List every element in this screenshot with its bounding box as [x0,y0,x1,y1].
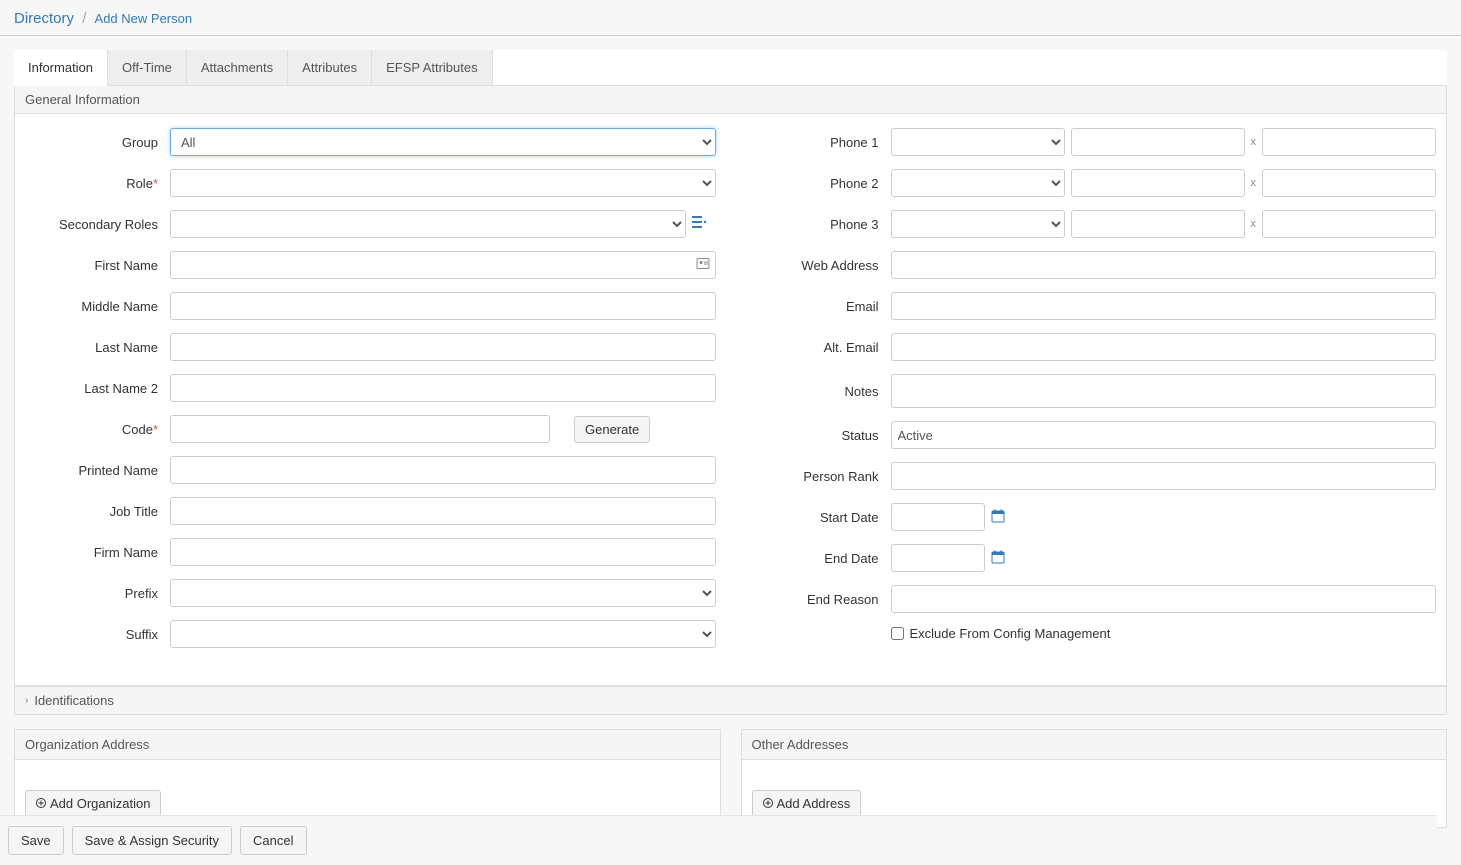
other-addresses-panel: Other Addresses Add Address [741,729,1448,828]
right-column: Phone 1 x Phone 2 x [746,128,1437,661]
firm-name-input[interactable] [170,538,716,566]
last-name2-input[interactable] [170,374,716,402]
identifications-section-toggle[interactable]: › Identifications [14,686,1447,715]
save-button[interactable]: Save [8,826,64,855]
tab-off-time[interactable]: Off-Time [108,50,187,85]
breadcrumb-separator: / [82,10,86,27]
prefix-select[interactable] [170,579,716,607]
tab-information[interactable]: Information [14,50,108,86]
end-date-input[interactable] [891,544,985,572]
phone3-x-separator: x [1251,218,1257,230]
phone1-label: Phone 1 [746,135,891,150]
job-title-label: Job Title [25,504,170,519]
tab-attributes[interactable]: Attributes [288,50,372,85]
general-information-header: General Information [14,86,1447,114]
cancel-button[interactable]: Cancel [240,826,306,855]
phone2-number-input[interactable] [1071,169,1245,197]
suffix-select[interactable] [170,620,716,648]
phone1-number-input[interactable] [1071,128,1245,156]
general-information-panel: Group All Role* Secondary Roles [14,114,1447,686]
phone1-type-select[interactable] [891,128,1065,156]
last-name2-label: Last Name 2 [25,381,170,396]
printed-name-input[interactable] [170,456,716,484]
start-date-label: Start Date [746,510,891,525]
phone2-type-select[interactable] [891,169,1065,197]
end-reason-label: End Reason [746,592,891,607]
calendar-icon[interactable] [991,550,1005,567]
person-rank-label: Person Rank [746,469,891,484]
breadcrumb: Directory / Add New Person [0,0,1461,36]
plus-icon [763,796,773,811]
phone2-x-separator: x [1251,177,1257,189]
start-date-input[interactable] [891,503,985,531]
code-input[interactable] [170,415,550,443]
notes-input[interactable] [891,374,1437,408]
footer-actions: Save Save & Assign Security Cancel [0,815,1437,865]
breadcrumb-root-link[interactable]: Directory [14,10,74,27]
phone2-ext-input[interactable] [1262,169,1436,197]
group-select[interactable]: All [170,128,716,156]
middle-name-input[interactable] [170,292,716,320]
end-reason-input[interactable] [891,585,1437,613]
role-select[interactable] [170,169,716,197]
secondary-roles-label: Secondary Roles [25,217,170,232]
group-label: Group [25,135,170,150]
breadcrumb-current: Add New Person [95,11,193,26]
web-address-input[interactable] [891,251,1437,279]
first-name-input[interactable] [170,251,716,279]
firm-name-label: Firm Name [25,545,170,560]
phone3-label: Phone 3 [746,217,891,232]
tab-list: Information Off-Time Attachments Attribu… [14,50,1447,86]
person-rank-input[interactable] [891,462,1437,490]
prefix-label: Prefix [25,586,170,601]
tab-efsp-attributes[interactable]: EFSP Attributes [372,50,493,85]
calendar-icon[interactable] [991,509,1005,526]
other-addresses-header: Other Addresses [742,730,1447,760]
add-address-label: Add Address [777,796,851,811]
phone1-ext-input[interactable] [1262,128,1436,156]
add-organization-button[interactable]: Add Organization [25,790,161,817]
identifications-label: Identifications [34,693,114,708]
status-label: Status [746,428,891,443]
suffix-label: Suffix [25,627,170,642]
plus-icon [36,796,46,811]
middle-name-label: Middle Name [25,299,170,314]
secondary-roles-select[interactable] [170,210,686,238]
exclude-config-label: Exclude From Config Management [910,626,1111,641]
first-name-label: First Name [25,258,170,273]
phone1-x-separator: x [1251,136,1257,148]
last-name-label: Last Name [25,340,170,355]
phone3-type-select[interactable] [891,210,1065,238]
add-address-button[interactable]: Add Address [752,790,862,817]
role-label: Role* [25,176,170,191]
alt-email-input[interactable] [891,333,1437,361]
status-field [891,421,1437,449]
organization-address-panel: Organization Address Add Organization [14,729,721,828]
phone3-number-input[interactable] [1071,210,1245,238]
left-column: Group All Role* Secondary Roles [25,128,716,661]
organization-address-header: Organization Address [15,730,720,760]
last-name-input[interactable] [170,333,716,361]
tab-attachments[interactable]: Attachments [187,50,288,85]
phone2-label: Phone 2 [746,176,891,191]
alt-email-label: Alt. Email [746,340,891,355]
exclude-config-checkbox[interactable] [891,627,904,640]
generate-button[interactable]: Generate [574,416,650,443]
email-input[interactable] [891,292,1437,320]
save-assign-security-button[interactable]: Save & Assign Security [72,826,232,855]
add-organization-label: Add Organization [50,796,150,811]
list-icon[interactable] [692,215,708,234]
chevron-right-icon: › [25,695,28,706]
end-date-label: End Date [746,551,891,566]
code-label: Code* [25,422,170,437]
phone3-ext-input[interactable] [1262,210,1436,238]
notes-label: Notes [746,384,891,399]
printed-name-label: Printed Name [25,463,170,478]
job-title-input[interactable] [170,497,716,525]
web-address-label: Web Address [746,258,891,273]
email-label: Email [746,299,891,314]
